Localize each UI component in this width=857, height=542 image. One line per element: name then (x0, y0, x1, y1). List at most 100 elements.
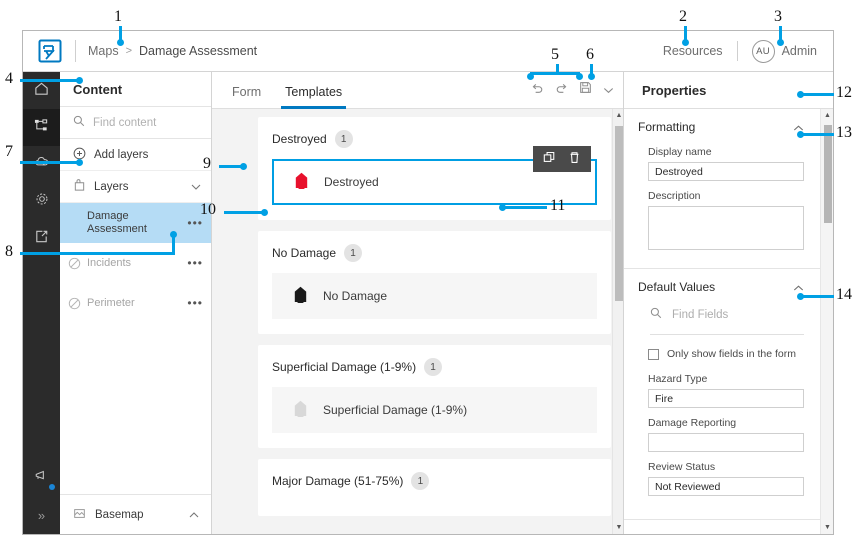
templates-scrollbar[interactable]: ▲ ▼ (612, 109, 623, 534)
properties-scrollbar[interactable]: ▲ ▼ (820, 109, 833, 534)
content-panel-spacer (60, 323, 211, 494)
top-bar: Maps > Damage Assessment Resources AU Ad… (23, 31, 833, 72)
chevron-up-icon[interactable] (189, 509, 199, 521)
template-group-superficial-damage: Superficial Damage (1-9%) 1 Superficial … (258, 345, 611, 448)
templates-scrollbar-thumb[interactable] (615, 126, 623, 301)
editor-toolbar (531, 81, 614, 108)
basemap-section[interactable]: Basemap (60, 494, 211, 534)
section-default-values: Default Values Find Fields (624, 269, 820, 520)
layer-name: Perimeter (87, 297, 135, 310)
scroll-up-arrow-icon[interactable]: ▲ (615, 112, 623, 119)
display-name-input[interactable]: Destroyed (648, 162, 804, 181)
layers-group-header[interactable]: Layers (60, 171, 211, 203)
undo-icon[interactable] (531, 81, 544, 99)
display-name-label: Display name (648, 146, 804, 158)
callout-number-10: 10 (200, 201, 216, 219)
content-panel-title: Content (60, 72, 211, 107)
rail-cloud-button[interactable] (23, 146, 60, 183)
template-item-label: No Damage (323, 289, 387, 303)
find-content-search[interactable]: Find content (60, 107, 211, 139)
save-icon[interactable] (579, 81, 592, 99)
scroll-up-arrow-icon[interactable]: ▲ (823, 112, 832, 119)
section-title: Default Values (638, 280, 715, 294)
app-window: Maps > Damage Assessment Resources AU Ad… (22, 30, 834, 535)
layer-options-menu-icon[interactable]: ••• (187, 256, 203, 270)
layer-item-incidents[interactable]: Incidents ••• (60, 243, 211, 283)
megaphone-icon (34, 468, 50, 489)
building-symbol-icon (293, 400, 308, 420)
callout-dot-1 (117, 39, 124, 46)
gear-icon (34, 191, 50, 212)
arcgis-logo-icon[interactable] (37, 38, 63, 64)
properties-scrollbar-thumb[interactable] (824, 125, 832, 223)
duplicate-icon[interactable] (543, 151, 556, 167)
add-layers-button[interactable]: Add layers (60, 139, 211, 171)
callout-leader-10 (224, 211, 265, 214)
callout-dot-11 (499, 204, 506, 211)
tab-templates[interactable]: Templates (281, 85, 346, 108)
rail-sitemap-button[interactable] (23, 109, 60, 146)
callout-dot-12 (797, 91, 804, 98)
template-item-superficial-damage[interactable]: Superficial Damage (1-9%) (272, 387, 597, 433)
description-textarea[interactable] (648, 206, 804, 250)
rail-announcements-button[interactable] (23, 460, 60, 497)
layer-name: Damage Assessment (87, 210, 159, 236)
building-symbol-icon (294, 172, 309, 192)
find-content-placeholder: Find content (93, 117, 156, 129)
breadcrumb-root[interactable]: Maps (88, 44, 119, 58)
template-group-count: 1 (335, 130, 353, 148)
share-export-icon (34, 229, 49, 249)
basemap-icon (73, 507, 86, 523)
admin-menu[interactable]: Admin (782, 44, 817, 58)
review-status-input[interactable]: Not Reviewed (648, 477, 804, 496)
resources-link[interactable]: Resources (663, 44, 723, 58)
properties-scroll-content: Formatting Display name Destroyed Descri… (624, 109, 820, 534)
template-group-title: Major Damage (51-75%) (272, 474, 403, 488)
callout-dot-8 (170, 231, 177, 238)
chevron-down-icon[interactable] (191, 181, 201, 193)
avatar[interactable]: AU (752, 40, 775, 63)
hidden-layer-icon (68, 297, 81, 310)
callout-number-7: 7 (5, 143, 13, 161)
tab-form[interactable]: Form (228, 85, 265, 108)
center-panel: Form Templates (212, 72, 624, 534)
layer-item-perimeter[interactable]: Perimeter ••• (60, 283, 211, 323)
template-item-destroyed[interactable]: Destroyed (272, 159, 597, 205)
trash-icon[interactable] (568, 151, 581, 167)
rail-settings-button[interactable] (23, 183, 60, 220)
template-group-title: Superficial Damage (1-9%) (272, 360, 416, 374)
damage-reporting-label: Damage Reporting (648, 417, 804, 429)
layer-options-menu-icon[interactable]: ••• (187, 296, 203, 310)
callout-leader-7 (20, 161, 80, 164)
templates-list: Destroyed 1 Destroyed (212, 109, 623, 534)
sitemap-icon (34, 118, 49, 138)
callout-dot-5a (527, 73, 534, 80)
template-item-no-damage[interactable]: No Damage (272, 273, 597, 319)
chevron-up-icon[interactable] (793, 280, 804, 294)
template-group-header: No Damage 1 (272, 244, 597, 262)
only-show-fields-checkbox[interactable] (648, 349, 659, 360)
callout-number-1: 1 (114, 8, 122, 26)
hazard-type-input[interactable]: Fire (648, 389, 804, 408)
rail-expand-button[interactable]: » (23, 497, 60, 534)
breadcrumb: Maps > Damage Assessment (88, 44, 257, 58)
layers-icon (73, 179, 86, 195)
damage-reporting-input[interactable] (648, 433, 804, 452)
scroll-down-arrow-icon[interactable]: ▼ (823, 524, 832, 531)
find-fields-search[interactable]: Find Fields (650, 306, 804, 335)
callout-leader-12 (800, 93, 834, 96)
redo-icon[interactable] (555, 81, 568, 99)
tab-bar: Form Templates (212, 72, 623, 109)
section-formatting-header[interactable]: Formatting (638, 120, 804, 134)
chevron-down-icon[interactable] (603, 81, 614, 99)
callout-number-9: 9 (203, 155, 211, 173)
scroll-down-arrow-icon[interactable]: ▼ (615, 524, 623, 531)
template-group-count: 1 (344, 244, 362, 262)
only-show-fields-checkbox-row[interactable]: Only show fields in the form (648, 348, 804, 360)
add-layers-label: Add layers (94, 149, 148, 161)
callout-dot-2 (682, 39, 689, 46)
cloud-slash-icon (34, 154, 50, 175)
layer-item-damage-assessment[interactable]: Damage Assessment ••• (60, 203, 211, 243)
section-default-values-header[interactable]: Default Values (638, 280, 804, 294)
rail-home-button[interactable] (23, 72, 60, 109)
